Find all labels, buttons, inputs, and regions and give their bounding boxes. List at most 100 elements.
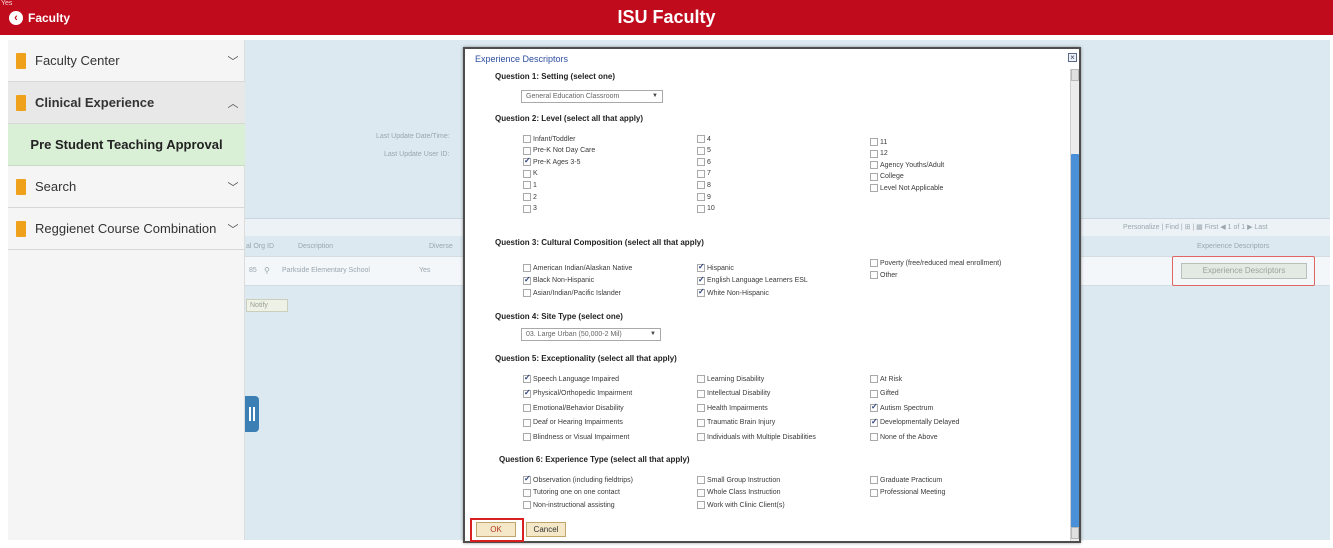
checkbox[interactable] — [870, 138, 878, 146]
checkbox-option[interactable]: 12 — [870, 149, 888, 159]
checkbox-option[interactable]: Learning Disability — [697, 374, 764, 384]
checkbox-option[interactable]: Physical/Orthopedic Impairment — [523, 388, 632, 399]
checkbox[interactable] — [697, 418, 705, 427]
checkbox[interactable] — [523, 264, 531, 272]
checkbox[interactable] — [870, 161, 878, 170]
checkbox[interactable] — [870, 271, 878, 279]
checkbox[interactable] — [697, 135, 705, 143]
checkbox-option[interactable]: 11 — [870, 137, 887, 147]
checkbox-option[interactable]: Small Group Instruction — [697, 475, 780, 485]
checkbox-option[interactable]: 7 — [697, 169, 711, 179]
checkbox-option[interactable]: Agency Youths/Adult — [870, 160, 944, 170]
checkbox-option[interactable]: Black Non-Hispanic — [523, 275, 594, 286]
checkbox-option[interactable]: 5 — [697, 146, 711, 156]
checkbox[interactable] — [870, 476, 878, 484]
checkbox[interactable] — [523, 146, 531, 155]
cancel-button[interactable]: Cancel — [526, 522, 566, 537]
checkbox-option[interactable]: 10 — [697, 204, 715, 214]
checkbox[interactable] — [697, 146, 705, 155]
checkbox[interactable] — [523, 404, 531, 412]
checkbox[interactable] — [697, 169, 705, 178]
checkbox-option[interactable]: Pre-K Not Day Care — [523, 146, 595, 156]
checkbox-option[interactable]: Infant/Toddler — [523, 134, 575, 144]
checkbox[interactable] — [523, 418, 531, 427]
checkbox[interactable] — [697, 476, 705, 484]
checkbox-option[interactable]: Pre-K Ages 3-5 — [523, 156, 580, 167]
sidebar-collapse-handle[interactable] — [245, 396, 259, 432]
checkbox[interactable] — [523, 501, 531, 509]
checkbox[interactable] — [870, 172, 878, 181]
sidebar-item-clinical-experience[interactable]: Clinical Experience ︿ — [8, 82, 245, 124]
checkbox[interactable] — [697, 193, 705, 201]
checkbox[interactable] — [697, 433, 705, 441]
checkbox-option[interactable]: Gifted — [870, 389, 899, 399]
checkbox[interactable] — [523, 433, 531, 441]
checkbox-option[interactable]: 8 — [697, 180, 711, 190]
site-type-select[interactable]: 03. Large Urban (50,000-2 Mil) ▼ — [521, 328, 661, 341]
checkbox-checked[interactable] — [697, 275, 705, 285]
checkbox[interactable] — [523, 289, 531, 297]
checkbox-option[interactable]: Hispanic — [697, 262, 734, 273]
ok-button[interactable]: OK — [476, 522, 516, 537]
checkbox-option[interactable]: 3 — [523, 204, 537, 214]
checkbox[interactable] — [697, 488, 705, 497]
checkbox[interactable] — [697, 158, 705, 167]
scroll-thumb[interactable] — [1071, 154, 1079, 529]
checkbox-option[interactable]: Professional Meeting — [870, 488, 945, 498]
checkbox-checked[interactable] — [523, 474, 531, 484]
checkbox-option[interactable]: Intellectual Disability — [697, 389, 770, 399]
checkbox-option[interactable]: Work with Clinic Client(s) — [697, 500, 785, 510]
close-icon[interactable]: × — [1068, 53, 1077, 62]
sidebar-item-search[interactable]: Search ﹀ — [8, 166, 245, 208]
back-button[interactable]: ‹ Faculty — [9, 8, 70, 28]
checkbox-checked[interactable] — [523, 275, 531, 285]
checkbox[interactable] — [697, 404, 705, 412]
checkbox[interactable] — [523, 204, 531, 213]
modal-scrollbar[interactable] — [1070, 69, 1079, 541]
checkbox-option[interactable]: Graduate Practicum — [870, 475, 942, 485]
checkbox[interactable] — [697, 375, 705, 383]
checkbox-option[interactable]: Deaf or Hearing Impairments — [523, 418, 623, 428]
checkbox[interactable] — [523, 181, 531, 190]
checkbox[interactable] — [523, 193, 531, 201]
checkbox-option[interactable]: Whole Class Instruction — [697, 488, 781, 498]
checkbox-checked[interactable] — [523, 388, 531, 398]
checkbox-option[interactable]: Blindness or Visual Impairment — [523, 432, 629, 442]
checkbox[interactable] — [870, 488, 878, 497]
checkbox-option[interactable]: Observation (including fieldtrips) — [523, 474, 633, 485]
checkbox-option[interactable]: College — [870, 172, 904, 182]
checkbox[interactable] — [870, 259, 878, 267]
checkbox-checked[interactable] — [697, 287, 705, 297]
checkbox[interactable] — [870, 375, 878, 383]
checkbox-option[interactable]: At Risk — [870, 374, 902, 384]
setting-select[interactable]: General Education Classroom ▼ — [521, 90, 663, 103]
checkbox[interactable] — [697, 501, 705, 509]
checkbox[interactable] — [870, 389, 878, 398]
experience-descriptors-button[interactable]: Experience Descriptors — [1181, 263, 1307, 279]
checkbox[interactable] — [523, 169, 531, 178]
checkbox-option[interactable]: None of the Above — [870, 432, 938, 442]
checkbox-option[interactable]: Traumatic Brain Injury — [697, 418, 775, 428]
checkbox[interactable] — [870, 184, 878, 193]
checkbox[interactable] — [697, 181, 705, 190]
checkbox-option[interactable]: Autism Spectrum — [870, 402, 933, 413]
checkbox-option[interactable]: Health Impairments — [697, 403, 768, 413]
checkbox-option[interactable]: Speech Language Impaired — [523, 373, 619, 384]
checkbox-option[interactable]: Non-instructional assisting — [523, 500, 615, 510]
scroll-down-icon[interactable] — [1071, 527, 1079, 539]
checkbox-option[interactable]: 9 — [697, 192, 711, 202]
checkbox[interactable] — [523, 488, 531, 497]
checkbox-option[interactable]: Poverty (free/reduced meal enrollment) — [870, 258, 1001, 268]
notify-button[interactable]: Notify — [246, 299, 288, 312]
checkbox-option[interactable]: 6 — [697, 157, 711, 167]
checkbox-checked[interactable] — [697, 262, 705, 272]
checkbox-option[interactable]: Asian/Indian/Pacific Islander — [523, 288, 621, 298]
checkbox-option[interactable]: Individuals with Multiple Disabilities — [697, 432, 816, 442]
checkbox-option[interactable]: Emotional/Behavior Disability — [523, 403, 624, 413]
checkbox-checked[interactable] — [523, 373, 531, 383]
checkbox-option[interactable]: Tutoring one on one contact — [523, 488, 620, 498]
checkbox[interactable] — [697, 389, 705, 398]
checkbox-option[interactable]: White Non-Hispanic — [697, 287, 769, 298]
checkbox[interactable] — [870, 149, 878, 158]
checkbox-option[interactable]: Other — [870, 270, 898, 280]
